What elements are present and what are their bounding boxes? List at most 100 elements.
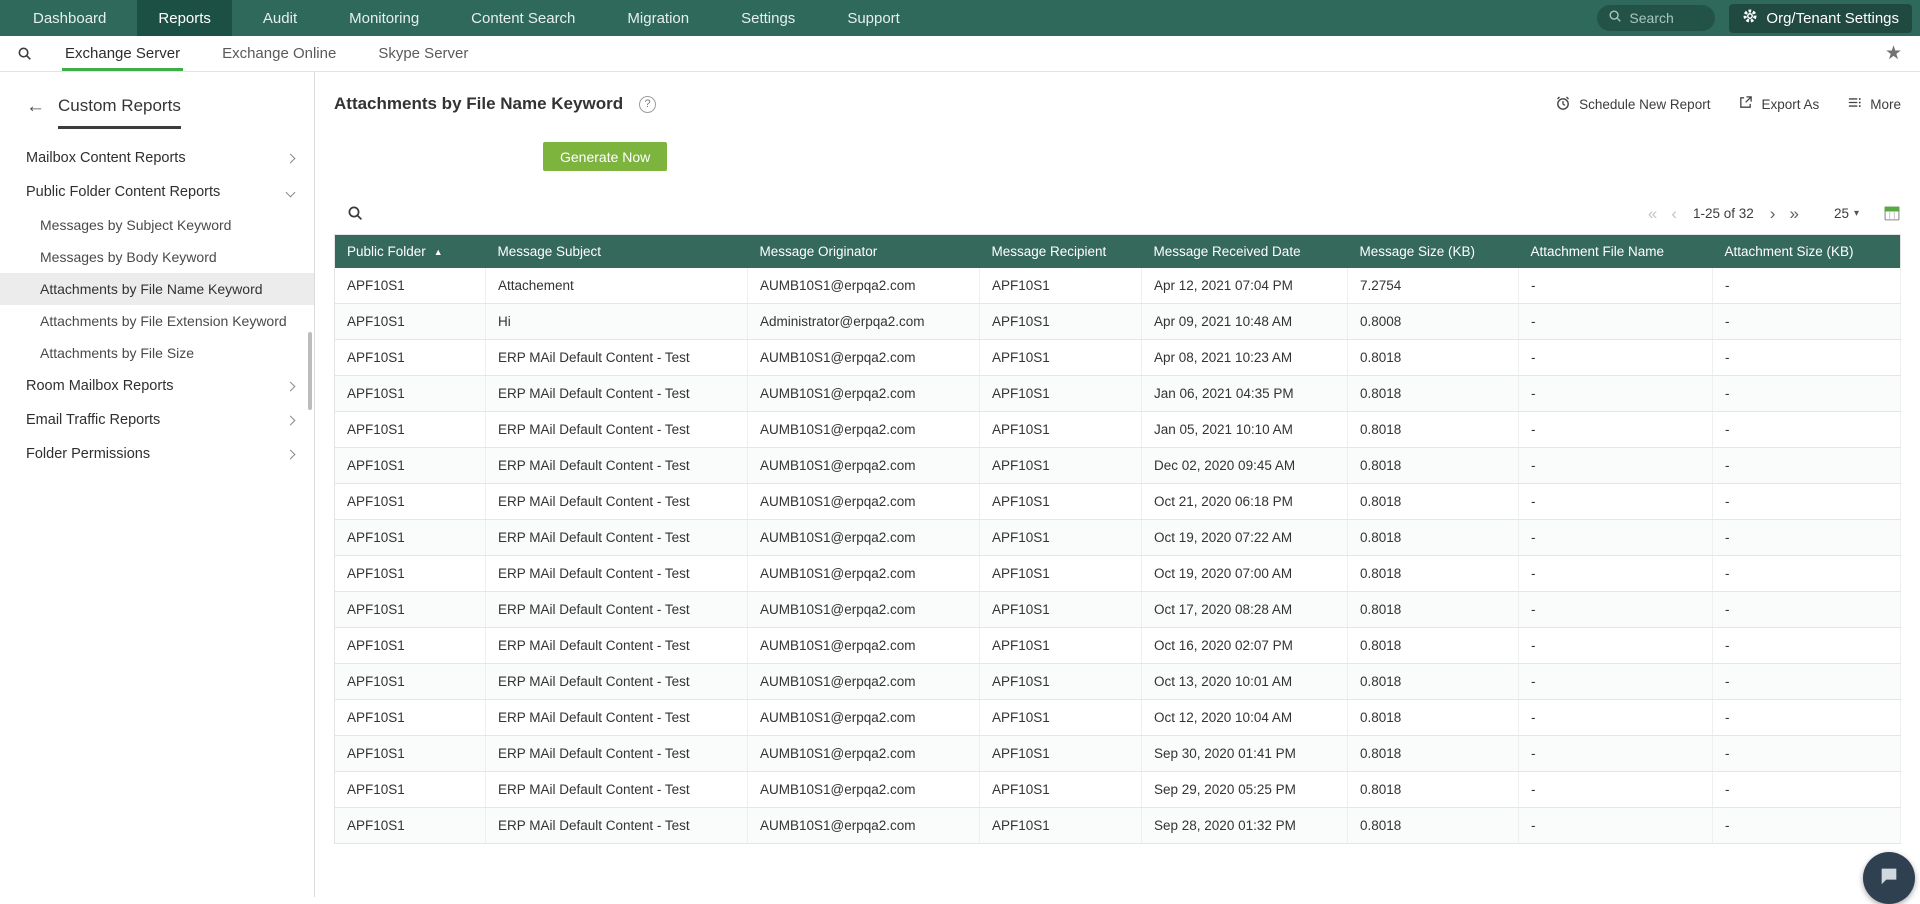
- help-icon[interactable]: ?: [639, 96, 656, 113]
- table-cell: APF10S1: [335, 448, 486, 484]
- sidebar-group-mailbox-content-reports[interactable]: Mailbox Content Reports: [0, 141, 314, 175]
- chat-help-fab[interactable]: [1863, 852, 1915, 904]
- table-cell: APF10S1: [335, 340, 486, 376]
- table-cell: Jan 06, 2021 04:35 PM: [1142, 376, 1348, 412]
- chevron-down-icon: [286, 187, 296, 197]
- more-button[interactable]: More: [1847, 95, 1901, 113]
- nav-item-dashboard[interactable]: Dashboard: [12, 0, 127, 36]
- column-header-message-received-date[interactable]: Message Received Date: [1142, 235, 1348, 269]
- table-cell: APF10S1: [335, 412, 486, 448]
- table-cell: APF10S1: [980, 808, 1142, 844]
- nav-item-content-search[interactable]: Content Search: [450, 0, 596, 36]
- table-row[interactable]: APF10S1ERP MAil Default Content - TestAU…: [335, 736, 1901, 772]
- sidebar-item-attachments-by-file-size[interactable]: Attachments by File Size: [0, 337, 314, 369]
- table-row[interactable]: APF10S1AttachementAUMB10S1@erpqa2.comAPF…: [335, 268, 1901, 304]
- table-row[interactable]: APF10S1ERP MAil Default Content - TestAU…: [335, 520, 1901, 556]
- tab-exchange-server[interactable]: Exchange Server: [48, 36, 197, 71]
- table-row[interactable]: APF10S1ERP MAil Default Content - TestAU…: [335, 772, 1901, 808]
- tab-skype-server[interactable]: Skype Server: [361, 36, 485, 71]
- table-row[interactable]: APF10S1ERP MAil Default Content - TestAU…: [335, 592, 1901, 628]
- org-tenant-settings-button[interactable]: Org/Tenant Settings: [1729, 4, 1912, 33]
- sidebar-group-label: Folder Permissions: [26, 446, 150, 462]
- previous-page-button[interactable]: ‹: [1664, 205, 1684, 222]
- table-row[interactable]: APF10S1HiAdministrator@erpqa2.comAPF10S1…: [335, 304, 1901, 340]
- nav-item-audit[interactable]: Audit: [242, 0, 318, 36]
- table-header-row: Public Folder▲Message SubjectMessage Ori…: [335, 235, 1901, 269]
- sidebar-item-messages-by-subject-keyword[interactable]: Messages by Subject Keyword: [0, 209, 314, 241]
- table-row[interactable]: APF10S1ERP MAil Default Content - TestAU…: [335, 448, 1901, 484]
- table-row[interactable]: APF10S1ERP MAil Default Content - TestAU…: [335, 808, 1901, 844]
- generate-now-button[interactable]: Generate Now: [543, 142, 667, 171]
- sidebar-group-room-mailbox-reports[interactable]: Room Mailbox Reports: [0, 369, 314, 403]
- table-row[interactable]: APF10S1ERP MAil Default Content - TestAU…: [335, 412, 1901, 448]
- column-header-attachment-file-name[interactable]: Attachment File Name: [1519, 235, 1713, 269]
- table-cell: APF10S1: [335, 376, 486, 412]
- column-header-label: Message Size (KB): [1360, 244, 1476, 259]
- favorite-star-icon[interactable]: ★: [1885, 36, 1920, 71]
- first-page-button[interactable]: «: [1641, 205, 1664, 222]
- global-search[interactable]: [1597, 5, 1715, 31]
- table-cell: -: [1713, 628, 1901, 664]
- table-cell: APF10S1: [335, 772, 486, 808]
- last-page-button[interactable]: »: [1782, 205, 1805, 222]
- table-cell: APF10S1: [335, 268, 486, 304]
- tab-exchange-online[interactable]: Exchange Online: [205, 36, 353, 71]
- report-search-icon[interactable]: [0, 36, 48, 71]
- table-cell: AUMB10S1@erpqa2.com: [748, 628, 980, 664]
- org-tenant-settings-label: Org/Tenant Settings: [1766, 10, 1899, 27]
- table-cell: AUMB10S1@erpqa2.com: [748, 592, 980, 628]
- column-chooser-icon[interactable]: [1883, 205, 1901, 222]
- table-cell: APF10S1: [980, 520, 1142, 556]
- table-cell: -: [1519, 376, 1713, 412]
- schedule-new-report-label: Schedule New Report: [1579, 97, 1710, 112]
- sidebar-group-folder-permissions[interactable]: Folder Permissions: [0, 437, 314, 471]
- nav-item-settings[interactable]: Settings: [720, 0, 816, 36]
- column-header-attachment-size-kb[interactable]: Attachment Size (KB): [1713, 235, 1901, 269]
- global-search-input[interactable]: [1629, 10, 1699, 26]
- table-cell: -: [1713, 592, 1901, 628]
- back-arrow-icon[interactable]: ←: [26, 96, 45, 118]
- table-body: APF10S1AttachementAUMB10S1@erpqa2.comAPF…: [335, 268, 1901, 844]
- column-header-message-size-kb[interactable]: Message Size (KB): [1348, 235, 1519, 269]
- table-cell: 0.8018: [1348, 340, 1519, 376]
- table-cell: -: [1713, 736, 1901, 772]
- table-row[interactable]: APF10S1ERP MAil Default Content - TestAU…: [335, 340, 1901, 376]
- table-row[interactable]: APF10S1ERP MAil Default Content - TestAU…: [335, 484, 1901, 520]
- sidebar-header: ← Custom Reports: [0, 72, 314, 129]
- column-header-message-originator[interactable]: Message Originator: [748, 235, 980, 269]
- table-cell: AUMB10S1@erpqa2.com: [748, 520, 980, 556]
- export-as-button[interactable]: Export As: [1738, 95, 1819, 113]
- alarm-clock-icon: [1555, 95, 1571, 114]
- table-cell: -: [1519, 772, 1713, 808]
- next-page-button[interactable]: ›: [1763, 205, 1783, 222]
- nav-item-reports[interactable]: Reports: [137, 0, 232, 36]
- table-cell: -: [1713, 412, 1901, 448]
- schedule-new-report-button[interactable]: Schedule New Report: [1555, 95, 1710, 114]
- nav-item-migration[interactable]: Migration: [606, 0, 710, 36]
- sidebar-group-public-folder-content-reports[interactable]: Public Folder Content Reports: [0, 175, 314, 209]
- table-row[interactable]: APF10S1ERP MAil Default Content - TestAU…: [335, 700, 1901, 736]
- export-as-label: Export As: [1761, 97, 1819, 112]
- column-header-public-folder[interactable]: Public Folder▲: [335, 235, 486, 269]
- nav-item-monitoring[interactable]: Monitoring: [328, 0, 440, 36]
- sidebar-item-attachments-by-file-extension-keyword[interactable]: Attachments by File Extension Keyword: [0, 305, 314, 337]
- column-header-message-subject[interactable]: Message Subject: [486, 235, 748, 269]
- sidebar-item-messages-by-body-keyword[interactable]: Messages by Body Keyword: [0, 241, 314, 273]
- table-row[interactable]: APF10S1ERP MAil Default Content - TestAU…: [335, 664, 1901, 700]
- page-title: Attachments by File Name Keyword: [334, 94, 623, 114]
- nav-item-support[interactable]: Support: [826, 0, 921, 36]
- table-search-icon[interactable]: [347, 205, 363, 221]
- table-row[interactable]: APF10S1ERP MAil Default Content - TestAU…: [335, 376, 1901, 412]
- sidebar: ← Custom Reports Mailbox Content Reports…: [0, 72, 315, 897]
- table-cell: APF10S1: [980, 448, 1142, 484]
- table-cell: 0.8018: [1348, 628, 1519, 664]
- gear-icon: [1742, 8, 1758, 28]
- table-row[interactable]: APF10S1ERP MAil Default Content - TestAU…: [335, 628, 1901, 664]
- table-row[interactable]: APF10S1ERP MAil Default Content - TestAU…: [335, 556, 1901, 592]
- column-header-message-recipient[interactable]: Message Recipient: [980, 235, 1142, 269]
- sidebar-group-email-traffic-reports[interactable]: Email Traffic Reports: [0, 403, 314, 437]
- sidebar-item-attachments-by-file-name-keyword[interactable]: Attachments by File Name Keyword: [0, 273, 314, 305]
- table-cell: -: [1713, 772, 1901, 808]
- sidebar-scrollbar[interactable]: [308, 332, 312, 410]
- page-size-select[interactable]: 25 ▾: [1834, 206, 1859, 221]
